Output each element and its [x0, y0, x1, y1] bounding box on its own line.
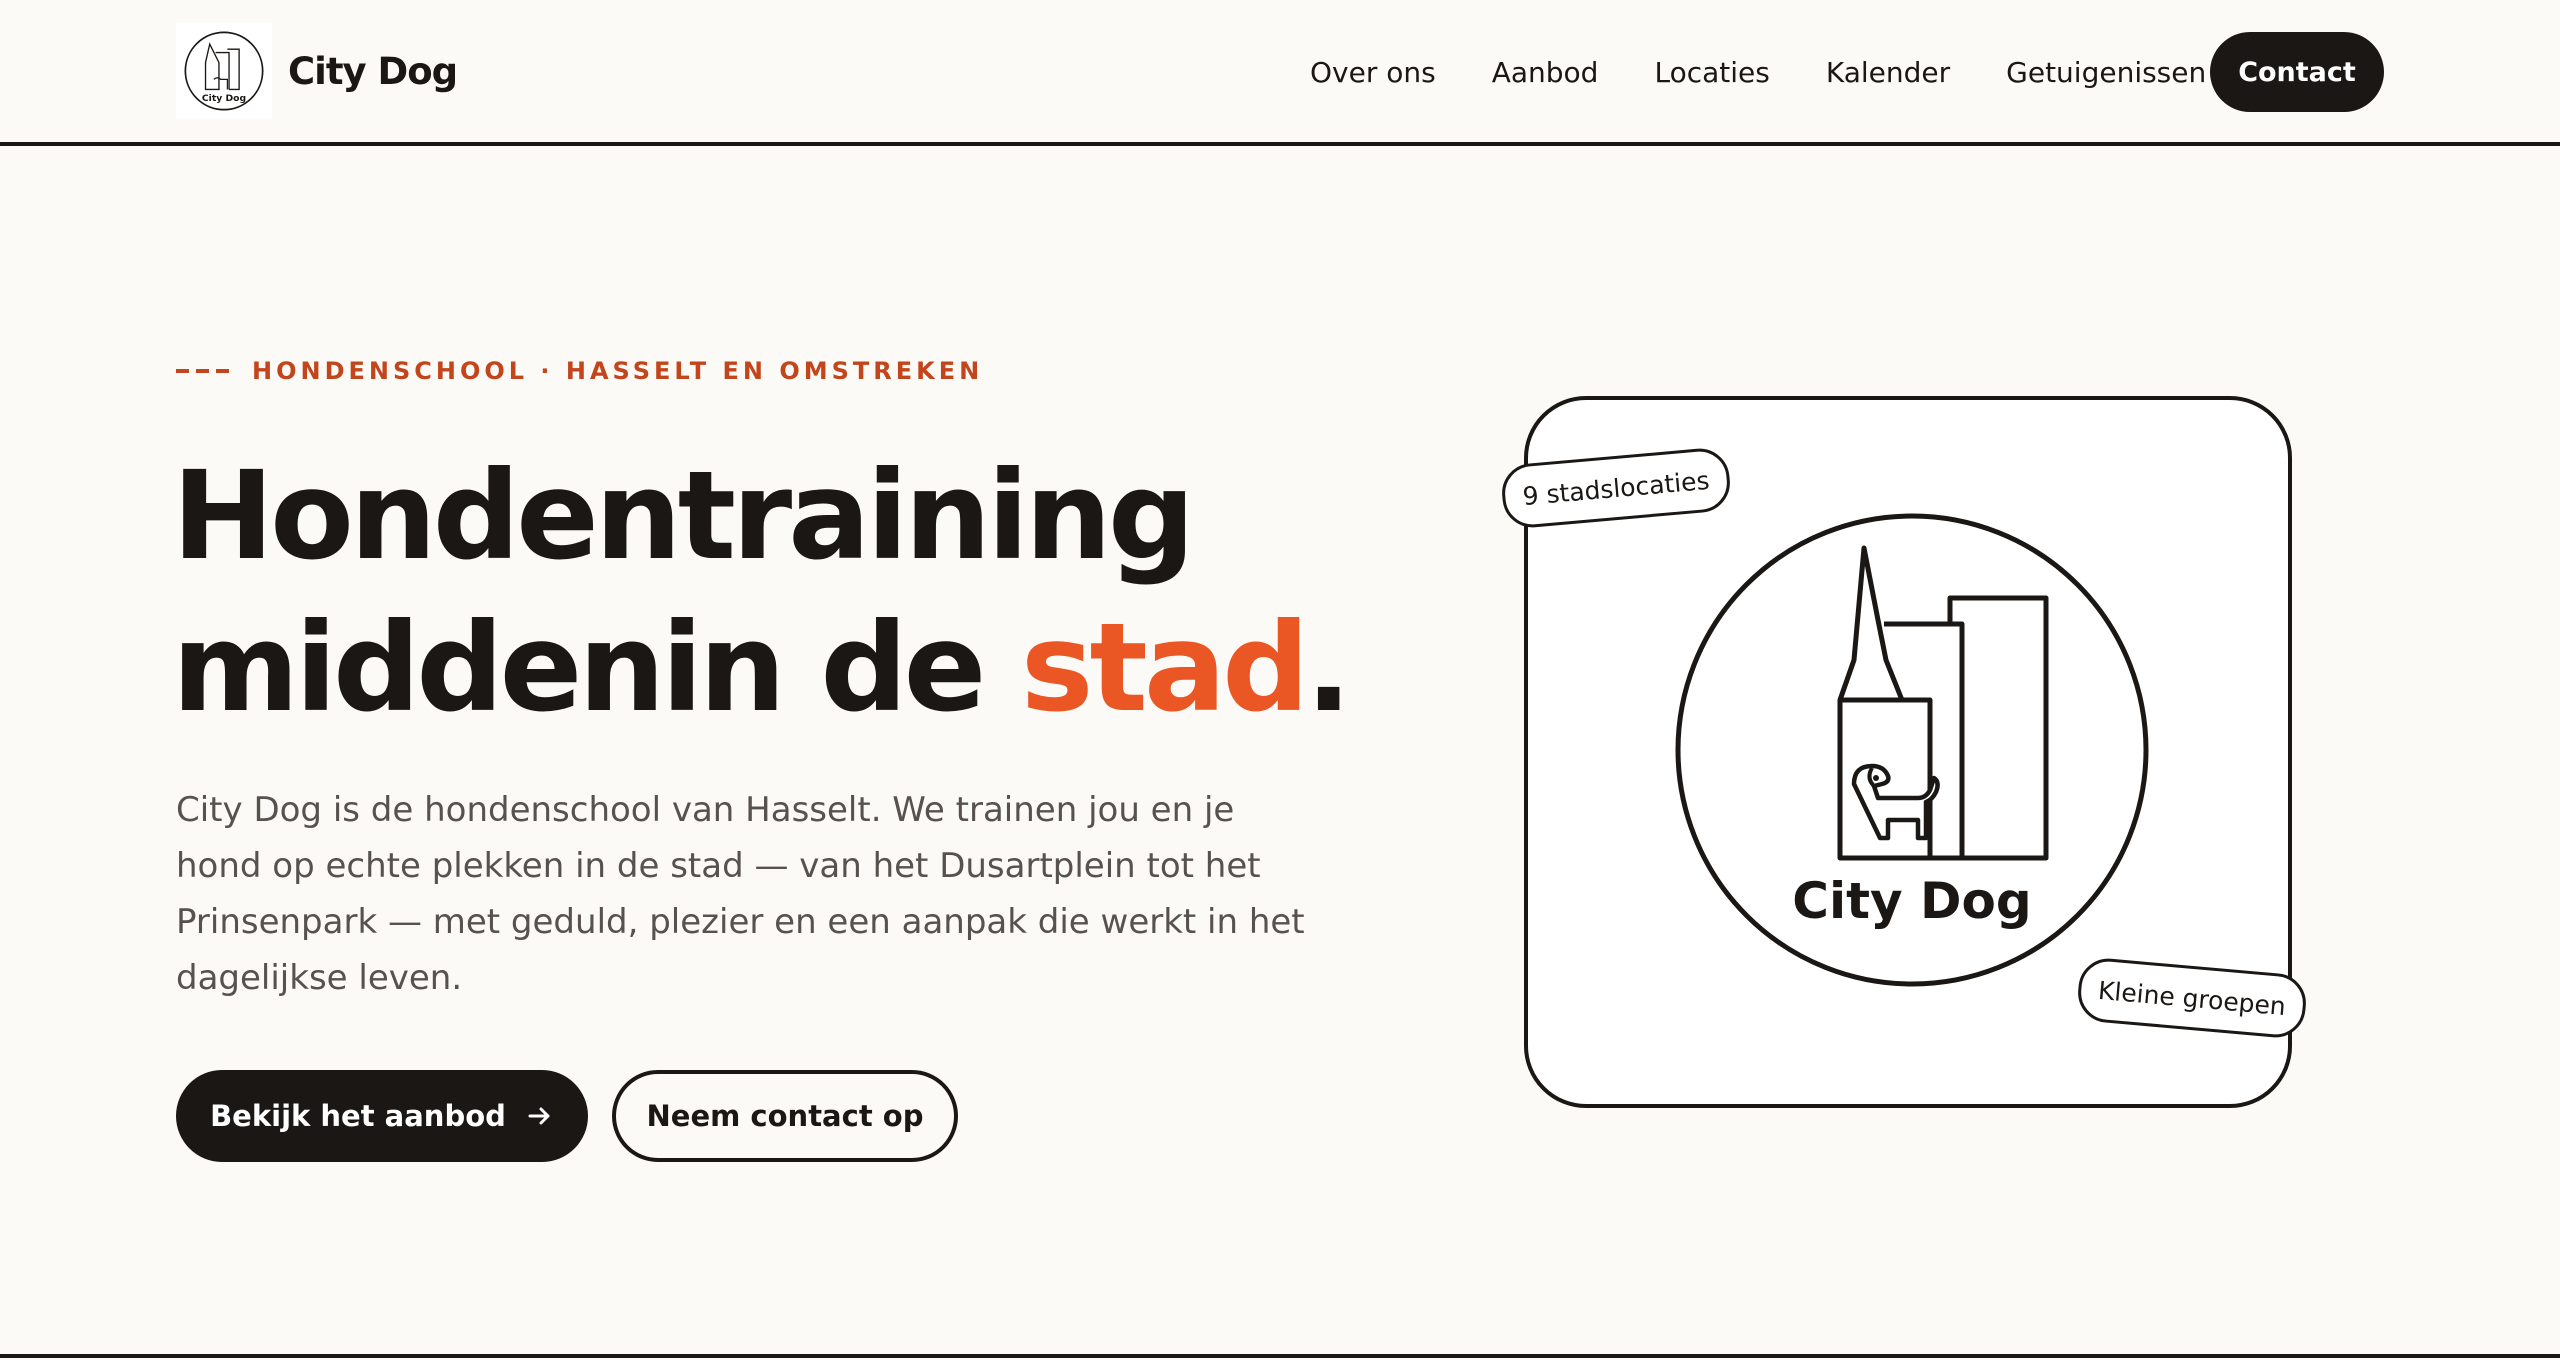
brand-name[interactable]: City Dog: [288, 50, 458, 93]
view-offer-button[interactable]: Bekijk het aanbod: [176, 1070, 588, 1162]
hero-lead: City Dog is de hondenschool van Hasselt.…: [176, 790, 1305, 998]
hero-headline: Hondentraining middenin de stad.: [172, 440, 1372, 744]
contact-us-button[interactable]: Neem contact op: [612, 1070, 958, 1162]
headline-line-2: middenin de: [172, 597, 1021, 739]
headline-line-1: Hondentraining: [172, 445, 1195, 587]
eyebrow-dashes-icon: [176, 369, 236, 373]
nav-item-kalender[interactable]: Kalender: [1826, 56, 1950, 89]
view-offer-label: Bekijk het aanbod: [210, 1099, 506, 1133]
eyebrow: HONDENSCHOOL · HASSELT EN OMSTREKEN: [176, 357, 983, 385]
section-divider: [0, 1354, 2560, 1358]
emblem-wordmark: City Dog: [1792, 872, 2031, 930]
brand-logo[interactable]: City Dog: [176, 23, 272, 119]
brand[interactable]: City Dog City Dog: [176, 23, 458, 119]
arrow-right-icon: [526, 1102, 554, 1130]
headline-accent-word: stad: [1020, 597, 1310, 739]
site-header: City Dog City Dog Over ons Aanbod Locati…: [0, 0, 2560, 146]
svg-text:City Dog: City Dog: [202, 93, 246, 104]
city-dog-logo-icon: City Dog: [184, 31, 264, 111]
main-nav: Over ons Aanbod Locaties Kalender Getuig…: [1310, 48, 2206, 96]
nav-item-locaties[interactable]: Locaties: [1654, 56, 1769, 89]
city-dog-emblem-icon: City Dog: [1675, 513, 2149, 987]
nav-item-getuigenissen[interactable]: Getuigenissen: [2006, 56, 2206, 89]
nav-item-aanbod[interactable]: Aanbod: [1492, 56, 1599, 89]
nav-item-over-ons[interactable]: Over ons: [1310, 56, 1436, 89]
contact-button[interactable]: Contact: [2210, 32, 2384, 112]
eyebrow-text: HONDENSCHOOL · HASSELT EN OMSTREKEN: [252, 357, 984, 385]
headline-period: .: [1305, 597, 1351, 739]
